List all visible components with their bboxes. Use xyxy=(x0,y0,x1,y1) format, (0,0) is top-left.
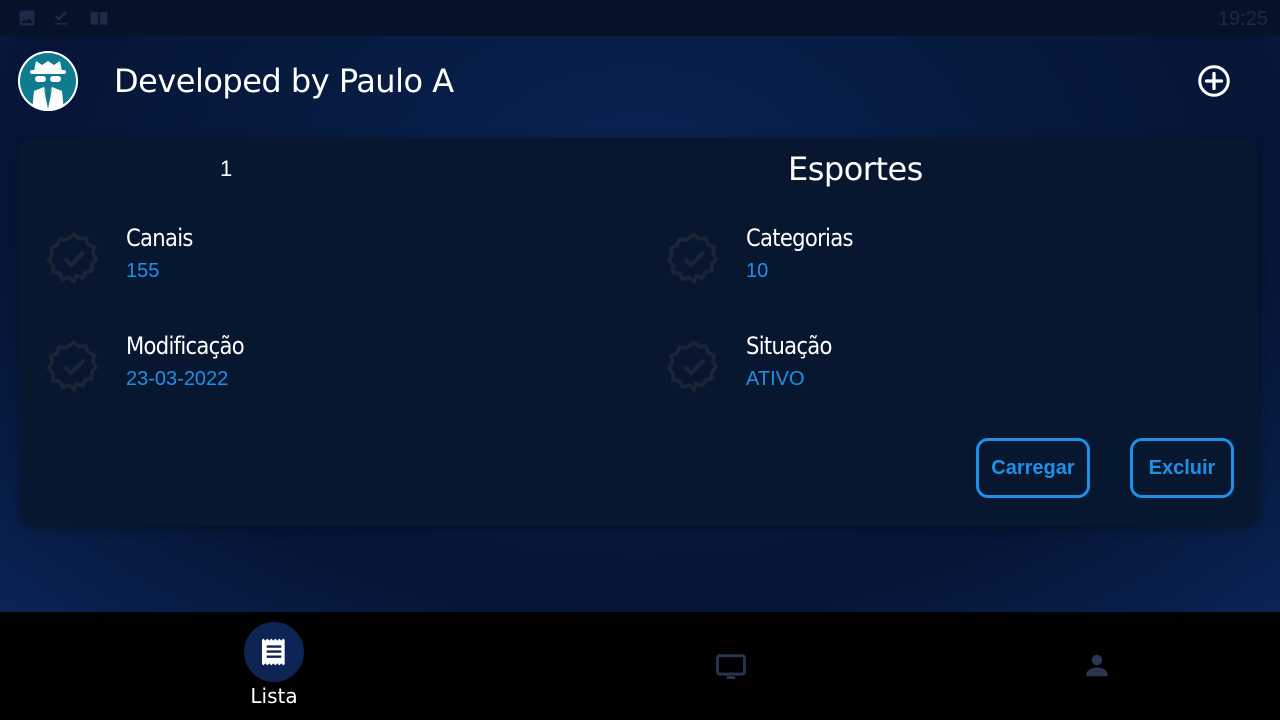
field-value: ATIVO xyxy=(746,368,805,390)
verified-badge-icon xyxy=(46,340,99,393)
field-value: 10 xyxy=(746,260,769,282)
nav-item-lista[interactable]: Lista xyxy=(244,612,304,720)
list-name: Esportes xyxy=(788,150,923,188)
field-label: Canais xyxy=(126,224,193,252)
status-bar: 19:25 xyxy=(0,0,1280,36)
image-icon xyxy=(19,10,35,26)
field-status: Situação ATIVO xyxy=(666,332,1066,402)
verified-badge-icon xyxy=(666,340,719,393)
field-modified: Modificação 23-03-2022 xyxy=(46,332,446,402)
verified-badge-icon xyxy=(666,232,719,285)
add-circle-icon[interactable] xyxy=(1196,63,1232,99)
list-number: 1 xyxy=(220,156,233,181)
list-card: 1 Esportes Canais 155 Categorias 10 Modi… xyxy=(20,138,1258,526)
nav-active-indicator xyxy=(244,622,304,682)
delete-button[interactable]: Excluir xyxy=(1130,438,1234,498)
receipt-list-icon xyxy=(262,638,285,666)
field-value: 155 xyxy=(126,260,160,282)
field-label: Categorias xyxy=(746,224,853,252)
field-categories: Categorias 10 xyxy=(666,224,1066,294)
clock-time: 19:25 xyxy=(1217,8,1268,30)
tv-icon xyxy=(716,654,746,680)
nav-item-profile[interactable] xyxy=(1066,612,1130,720)
book-icon xyxy=(90,12,108,25)
nav-item-tv[interactable] xyxy=(700,612,764,720)
field-label: Modificação xyxy=(126,332,245,360)
spy-avatar-icon[interactable] xyxy=(18,51,78,111)
app-bar: Developed by Paulo A xyxy=(0,36,1280,128)
download-done-icon xyxy=(55,11,67,25)
app-title: Developed by Paulo A xyxy=(114,62,454,100)
nav-label: Lista xyxy=(250,684,298,708)
field-label: Situação xyxy=(746,332,832,360)
bottom-navigation: Lista xyxy=(0,612,1280,720)
load-button[interactable]: Carregar xyxy=(976,438,1090,498)
person-icon xyxy=(1086,654,1108,677)
field-channels: Canais 155 xyxy=(46,224,446,294)
verified-badge-icon xyxy=(46,232,99,285)
field-value: 23-03-2022 xyxy=(126,368,229,390)
